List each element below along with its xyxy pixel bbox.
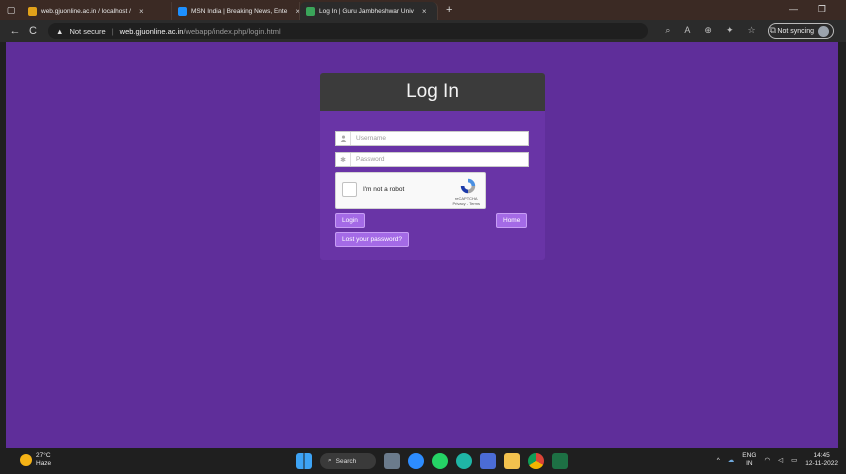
taskbar-apps: ⌕ Search <box>296 453 568 469</box>
login-card: Log In ✱ I'm not a robot reCAPTCHA Priva… <box>320 73 545 260</box>
password-field: ✱ <box>335 152 529 167</box>
security-label[interactable]: Not secure <box>69 27 105 36</box>
refresh-button[interactable]: C <box>24 25 42 37</box>
avatar <box>818 25 829 37</box>
new-tab-button[interactable]: + <box>446 4 452 16</box>
home-button[interactable]: Home <box>496 213 528 228</box>
taskbar-search[interactable]: ⌕ Search <box>320 453 376 469</box>
search-icon[interactable]: ⌕ <box>665 25 670 36</box>
extensions-icon[interactable]: ✦ <box>726 25 734 36</box>
close-tab-icon[interactable]: × <box>422 7 427 16</box>
wifi-icon[interactable]: ◠ <box>764 456 770 464</box>
tab-phpmyadmin[interactable]: web.gjuonline.ac.in / localhost / × <box>22 2 172 20</box>
lang-bottom: IN <box>746 460 753 467</box>
page-title: Log In <box>406 81 459 102</box>
windows-taskbar: 27°C Haze ⌕ Search ^ ☁ ENG IN ◠ ◁ ▭ 14:4… <box>0 448 846 474</box>
weather-widget[interactable]: 27°C Haze <box>20 452 51 468</box>
time: 14:45 <box>813 452 830 459</box>
start-windows-icon[interactable] <box>296 453 312 469</box>
url-separator: | <box>111 26 114 36</box>
browser-tab-strip: ▢ web.gjuonline.ac.in / localhost / × MS… <box>0 0 846 20</box>
recaptcha-links[interactable]: Privacy - Terms <box>453 201 480 206</box>
file-explorer-icon[interactable] <box>504 453 520 469</box>
warning-icon[interactable]: ▲ <box>56 27 63 36</box>
recaptcha-brand: reCAPTCHA Privacy - Terms <box>453 196 480 206</box>
msn-favicon-icon <box>178 6 187 16</box>
temperature: 27°C <box>36 452 51 459</box>
weather-condition: Haze <box>36 460 52 467</box>
url-host: web.gjuonline.ac.in <box>119 26 184 36</box>
password-input[interactable] <box>351 153 521 166</box>
recaptcha-label: I'm not a robot <box>363 186 405 193</box>
close-tab-icon[interactable]: × <box>139 7 144 16</box>
volume-icon[interactable]: ◁ <box>778 456 783 464</box>
store-icon[interactable] <box>480 453 496 469</box>
login-header: Log In <box>320 73 545 111</box>
language-indicator[interactable]: ENG IN <box>742 452 756 468</box>
zoom-icon[interactable]: ⊕ <box>704 25 712 36</box>
username-field <box>335 131 529 146</box>
university-favicon-icon <box>306 6 315 16</box>
minimize-button[interactable]: — <box>789 4 798 14</box>
chrome-icon[interactable] <box>528 453 544 469</box>
favorites-icon[interactable]: ☆ <box>747 25 755 36</box>
lang-top: ENG <box>742 452 757 459</box>
lost-password-button[interactable]: Lost your password? <box>335 232 409 247</box>
whatsapp-icon[interactable] <box>432 453 448 469</box>
back-button[interactable]: ← <box>6 25 24 37</box>
clock[interactable]: 14:45 12-11-2022 <box>805 452 838 468</box>
onedrive-icon[interactable]: ☁ <box>728 456 735 464</box>
excel-icon[interactable] <box>552 453 568 469</box>
search-icon: ⌕ <box>328 457 332 464</box>
profile-sync-button[interactable]: Not syncing <box>768 23 834 39</box>
tab-msn[interactable]: MSN India | Breaking News, Ente × <box>172 2 300 20</box>
recaptcha-checkbox[interactable] <box>342 182 357 197</box>
tab-login[interactable]: Log In | Guru Jambheshwar Univ × <box>300 2 438 20</box>
search-label: Search <box>335 457 357 465</box>
chevron-up-icon[interactable]: ^ <box>717 457 720 464</box>
phpmyadmin-favicon-icon <box>28 6 37 16</box>
edge-browser-icon[interactable] <box>456 453 472 469</box>
weather-haze-icon <box>20 454 32 466</box>
user-icon <box>336 132 351 145</box>
tab-actions-icon[interactable]: ▢ <box>0 5 22 16</box>
asterisk-icon: ✱ <box>336 153 351 166</box>
date: 12-11-2022 <box>805 460 838 467</box>
page-background: Log In ✱ I'm not a robot reCAPTCHA Priva… <box>6 42 838 448</box>
address-bar: ← C ▲ Not secure | web.gjuonline.ac.in /… <box>0 20 846 42</box>
system-tray: ^ ☁ ENG IN ◠ ◁ ▭ 14:45 12-11-2022 <box>717 452 838 468</box>
url-field[interactable]: ▲ Not secure | web.gjuonline.ac.in /weba… <box>48 23 648 39</box>
tab-title: Log In | Guru Jambheshwar Univ <box>319 7 414 15</box>
username-input[interactable] <box>351 132 521 145</box>
tab-title: MSN India | Breaking News, Ente <box>191 7 288 15</box>
tab-title: web.gjuonline.ac.in / localhost / <box>41 7 131 15</box>
battery-icon[interactable]: ▭ <box>791 456 797 464</box>
restore-button[interactable]: ❐ <box>818 4 826 15</box>
url-path: /webapp/index.php/login.html <box>183 26 281 36</box>
recaptcha-logo-icon <box>460 178 476 194</box>
browser-toolbar-icons: ⌕ A ⊕ ✦ ☆ ⧉ <box>665 25 776 36</box>
login-button[interactable]: Login <box>335 213 365 228</box>
sync-label: Not syncing <box>777 27 814 35</box>
task-view-icon[interactable] <box>384 453 400 469</box>
read-aloud-icon[interactable]: A <box>684 25 690 36</box>
zoom-app-icon[interactable] <box>408 453 424 469</box>
recaptcha-widget: I'm not a robot reCAPTCHA Privacy - Term… <box>335 172 486 209</box>
